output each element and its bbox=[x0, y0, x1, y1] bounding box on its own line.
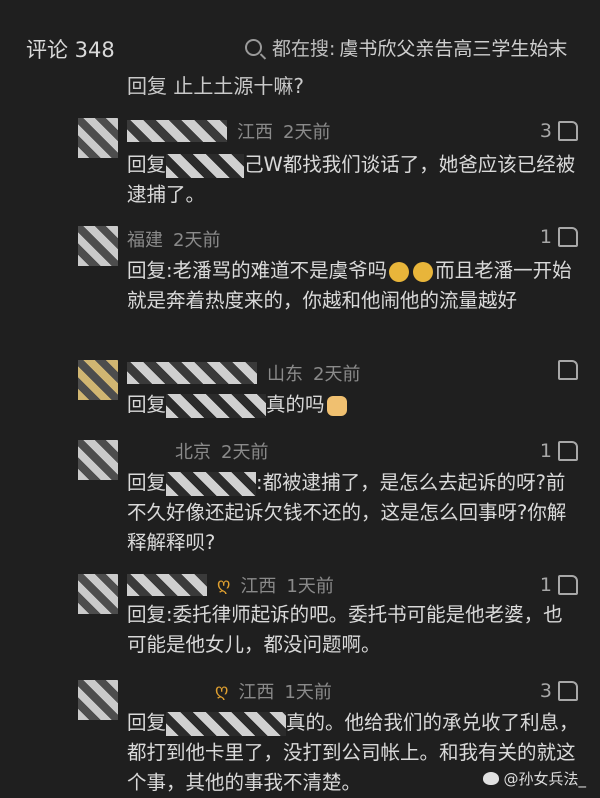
blurred-mention bbox=[166, 711, 287, 736]
comment-time: 1天前 bbox=[284, 682, 332, 703]
vip-badge-icon: ღ bbox=[217, 575, 231, 595]
blurred-mention bbox=[166, 153, 245, 178]
avatar[interactable] bbox=[78, 440, 118, 480]
hot-search-bar[interactable]: 都在搜: 虞书欣父亲告高三学生始末 bbox=[245, 34, 567, 61]
thumbs-up-icon bbox=[558, 441, 578, 461]
thumbs-up-icon bbox=[558, 121, 578, 141]
blurred-username[interactable] bbox=[127, 120, 227, 142]
like-button[interactable]: 1 bbox=[540, 574, 578, 596]
blurred-mention bbox=[166, 393, 267, 418]
comment-meta: 福建 2天前 bbox=[127, 226, 220, 252]
avatar[interactable] bbox=[78, 574, 118, 614]
blurred-username[interactable] bbox=[127, 362, 257, 384]
comment-text: 回复:都被逮捕了，是怎么去起诉的呀?前不久好像还起诉欠钱不还的，这是怎么回事呀?… bbox=[127, 471, 567, 554]
avatar[interactable] bbox=[78, 360, 118, 400]
thumbs-up-icon bbox=[558, 575, 578, 595]
avatar[interactable] bbox=[78, 226, 118, 266]
comments-count-title: 评论 348 bbox=[26, 38, 115, 62]
comment-region: 福建 bbox=[127, 230, 163, 251]
like-button[interactable]: 1 bbox=[540, 440, 578, 462]
comment-text: 回复:委托律师起诉的吧。委托书可能是他老婆，也可能是他女儿，都没问题啊。 bbox=[127, 603, 563, 656]
comment-meta: 北京 2天前 bbox=[175, 438, 268, 464]
comment-region: 江西 bbox=[240, 576, 277, 597]
weibo-logo-icon bbox=[483, 772, 500, 785]
like-count: 3 bbox=[539, 680, 552, 702]
comment-meta: ღ 江西 1天前 bbox=[127, 572, 334, 598]
avatar[interactable] bbox=[78, 118, 118, 158]
like-button[interactable]: 3 bbox=[540, 680, 578, 702]
search-icon bbox=[245, 39, 262, 56]
laugh-cry-emoji-icon bbox=[413, 261, 434, 282]
hot-search-topic[interactable]: 虞书欣父亲告高三学生始末 bbox=[339, 34, 567, 61]
partial-reply-text: 回复 止上土源十嘛? bbox=[127, 74, 304, 98]
comment-text: 回复:老潘骂的难道不是虞爷吗 而且老潘一开始就是奔着热度来的，你越和他闹他的流量越… bbox=[127, 259, 572, 312]
like-button[interactable] bbox=[552, 360, 578, 380]
comment-region: 江西 bbox=[238, 682, 275, 703]
comment-time: 2天前 bbox=[221, 442, 269, 463]
comment-time: 2天前 bbox=[173, 230, 221, 251]
comment-text: 回复 己W都找我们谈话了，她爸应该已经被逮捕了。 bbox=[127, 153, 576, 206]
like-count: 1 bbox=[539, 574, 552, 596]
like-button[interactable]: 3 bbox=[540, 120, 578, 142]
laugh-cry-emoji-icon bbox=[389, 261, 410, 282]
comment-region: 山东 bbox=[267, 364, 303, 385]
like-count: 1 bbox=[539, 226, 552, 248]
like-button[interactable]: 1 bbox=[540, 226, 578, 248]
comment-region: 江西 bbox=[237, 122, 273, 143]
like-count: 3 bbox=[539, 120, 552, 142]
blurred-username[interactable] bbox=[127, 574, 207, 596]
comment-meta: 山东 2天前 bbox=[127, 360, 360, 386]
watermark-text: @孙女兵法_ bbox=[503, 770, 586, 788]
thumbs-up-icon bbox=[558, 227, 578, 247]
thumbs-up-icon bbox=[558, 360, 578, 380]
comment-meta: ღ 江西 1天前 bbox=[215, 678, 332, 704]
thumbs-up-icon bbox=[558, 681, 578, 701]
vip-badge-icon: ღ bbox=[215, 681, 229, 701]
comment-text: 回复 真的吗 bbox=[127, 390, 579, 420]
comment-time: 2天前 bbox=[283, 122, 331, 143]
blurred-mention bbox=[166, 471, 257, 496]
comment-time: 2天前 bbox=[313, 364, 361, 385]
comment-region: 北京 bbox=[175, 442, 211, 463]
like-count: 1 bbox=[539, 440, 552, 462]
search-prefix: 都在搜: bbox=[272, 38, 336, 60]
comment-meta: 江西 2天前 bbox=[127, 118, 330, 144]
dog-emoji-icon bbox=[326, 395, 347, 416]
avatar[interactable] bbox=[78, 680, 118, 720]
comment-time: 1天前 bbox=[286, 576, 334, 597]
weibo-watermark: @孙女兵法_ bbox=[483, 768, 586, 789]
